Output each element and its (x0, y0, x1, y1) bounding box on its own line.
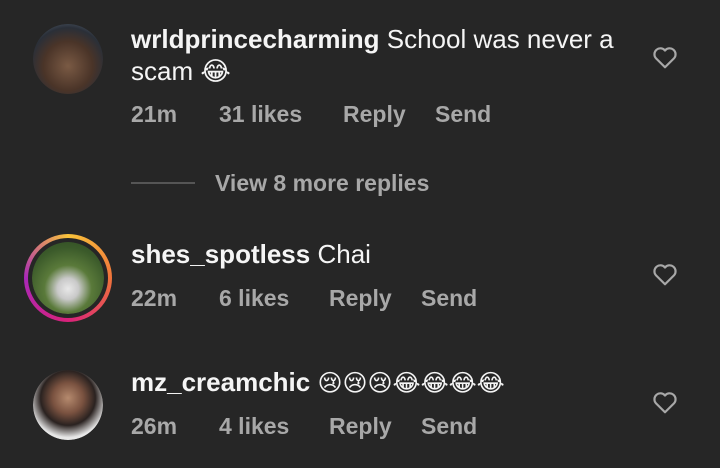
likes-count[interactable]: 4 likes (219, 413, 329, 440)
comment-text: wrldprincecharming School was never a sc… (131, 23, 631, 87)
view-replies-label: View 8 more replies (215, 169, 430, 196)
send-button[interactable]: Send (421, 413, 477, 440)
reply-button[interactable]: Reply (343, 101, 435, 128)
heart-icon[interactable] (652, 262, 678, 286)
send-button[interactable]: Send (421, 285, 477, 312)
timestamp: 21m (131, 101, 178, 127)
likes-count[interactable]: 6 likes (219, 285, 329, 312)
comment-meta: 26m 4 likes Reply Send (131, 413, 477, 440)
heart-icon[interactable] (652, 390, 678, 414)
avatar[interactable] (33, 24, 103, 94)
avatar[interactable] (33, 370, 103, 440)
comment-body: 😢😢😢😂😂😂😂 (317, 370, 505, 397)
reply-button[interactable]: Reply (329, 285, 421, 312)
comment-meta: 21m 31 likes Reply Send (131, 101, 491, 128)
username[interactable]: shes_spotless (131, 239, 310, 269)
likes-count[interactable]: 31 likes (219, 101, 343, 128)
avatar[interactable] (32, 242, 104, 314)
comment-meta: 22m 6 likes Reply Send (131, 285, 477, 312)
timestamp: 26m (131, 413, 178, 439)
reply-button[interactable]: Reply (329, 413, 421, 440)
comment-body: Chai (317, 239, 371, 269)
comment-text: shes_spotless Chai (131, 238, 371, 270)
timestamp: 22m (131, 285, 178, 311)
heart-icon[interactable] (652, 45, 678, 69)
username[interactable]: mz_creamchic (131, 367, 310, 397)
replies-divider (131, 182, 195, 184)
send-button[interactable]: Send (435, 101, 491, 128)
comment-text: mz_creamchic 😢😢😢😂😂😂😂 (131, 366, 505, 400)
view-replies-button[interactable]: View 8 more replies (131, 168, 429, 198)
username[interactable]: wrldprincecharming (131, 24, 380, 54)
